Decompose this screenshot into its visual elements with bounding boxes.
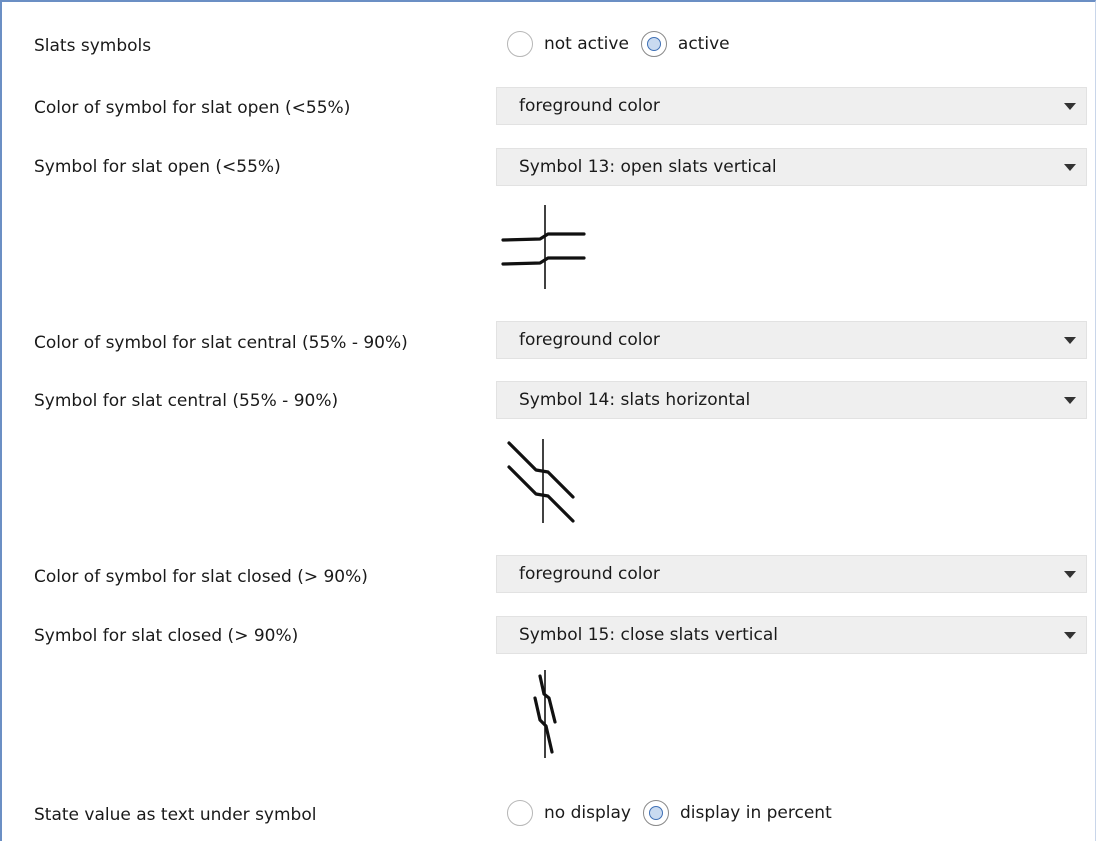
central-symbol-value: Symbol 14: slats horizontal: [519, 390, 751, 410]
chevron-down-icon: [1064, 337, 1076, 344]
close-slats-vertical-icon: [533, 670, 557, 758]
slats-symbols-radio-group: not active active: [507, 31, 742, 57]
central-symbol-label: Symbol for slat central (55% - 90%): [34, 391, 339, 411]
open-symbol-label: Symbol for slat open (<55%): [34, 157, 281, 177]
slats-symbols-active-radio[interactable]: [640, 31, 667, 57]
chevron-down-icon: [1064, 571, 1076, 578]
chevron-down-icon: [1064, 632, 1076, 639]
central-symbol-dropdown[interactable]: Symbol 14: slats horizontal: [496, 381, 1087, 419]
closed-color-value: foreground color: [519, 564, 660, 584]
chevron-down-icon: [1064, 103, 1076, 110]
slats-symbols-not-active-radio[interactable]: [507, 31, 533, 57]
slats-symbols-label: Slats symbols: [34, 36, 152, 56]
central-color-label: Color of symbol for slat central (55% - …: [34, 333, 408, 353]
state-value-no-display-radio[interactable]: [507, 800, 533, 826]
closed-color-label: Color of symbol for slat closed (> 90%): [34, 567, 368, 587]
state-value-display-in-percent-label[interactable]: display in percent: [680, 803, 832, 823]
central-color-value: foreground color: [519, 330, 660, 350]
open-symbol-dropdown[interactable]: Symbol 13: open slats vertical: [496, 148, 1087, 186]
state-value-no-display-label[interactable]: no display: [544, 803, 631, 823]
closed-symbol-value: Symbol 15: close slats vertical: [519, 625, 778, 645]
open-symbol-value: Symbol 13: open slats vertical: [519, 157, 777, 177]
central-color-dropdown[interactable]: foreground color: [496, 321, 1087, 359]
slats-horizontal-icon: [507, 439, 575, 523]
state-value-label: State value as text under symbol: [34, 805, 317, 825]
open-color-value: foreground color: [519, 96, 660, 116]
state-value-display-in-percent-radio[interactable]: [642, 800, 669, 826]
open-slats-vertical-icon: [501, 205, 586, 289]
slats-symbols-not-active-label[interactable]: not active: [544, 34, 629, 54]
state-value-radio-group: no display display in percent: [507, 800, 844, 826]
closed-symbol-dropdown[interactable]: Symbol 15: close slats vertical: [496, 616, 1087, 654]
closed-color-dropdown[interactable]: foreground color: [496, 555, 1087, 593]
slats-symbols-active-label[interactable]: active: [678, 34, 730, 54]
chevron-down-icon: [1064, 164, 1076, 171]
closed-symbol-label: Symbol for slat closed (> 90%): [34, 626, 299, 646]
open-color-label: Color of symbol for slat open (<55%): [34, 98, 351, 118]
open-color-dropdown[interactable]: foreground color: [496, 87, 1087, 125]
chevron-down-icon: [1064, 397, 1076, 404]
